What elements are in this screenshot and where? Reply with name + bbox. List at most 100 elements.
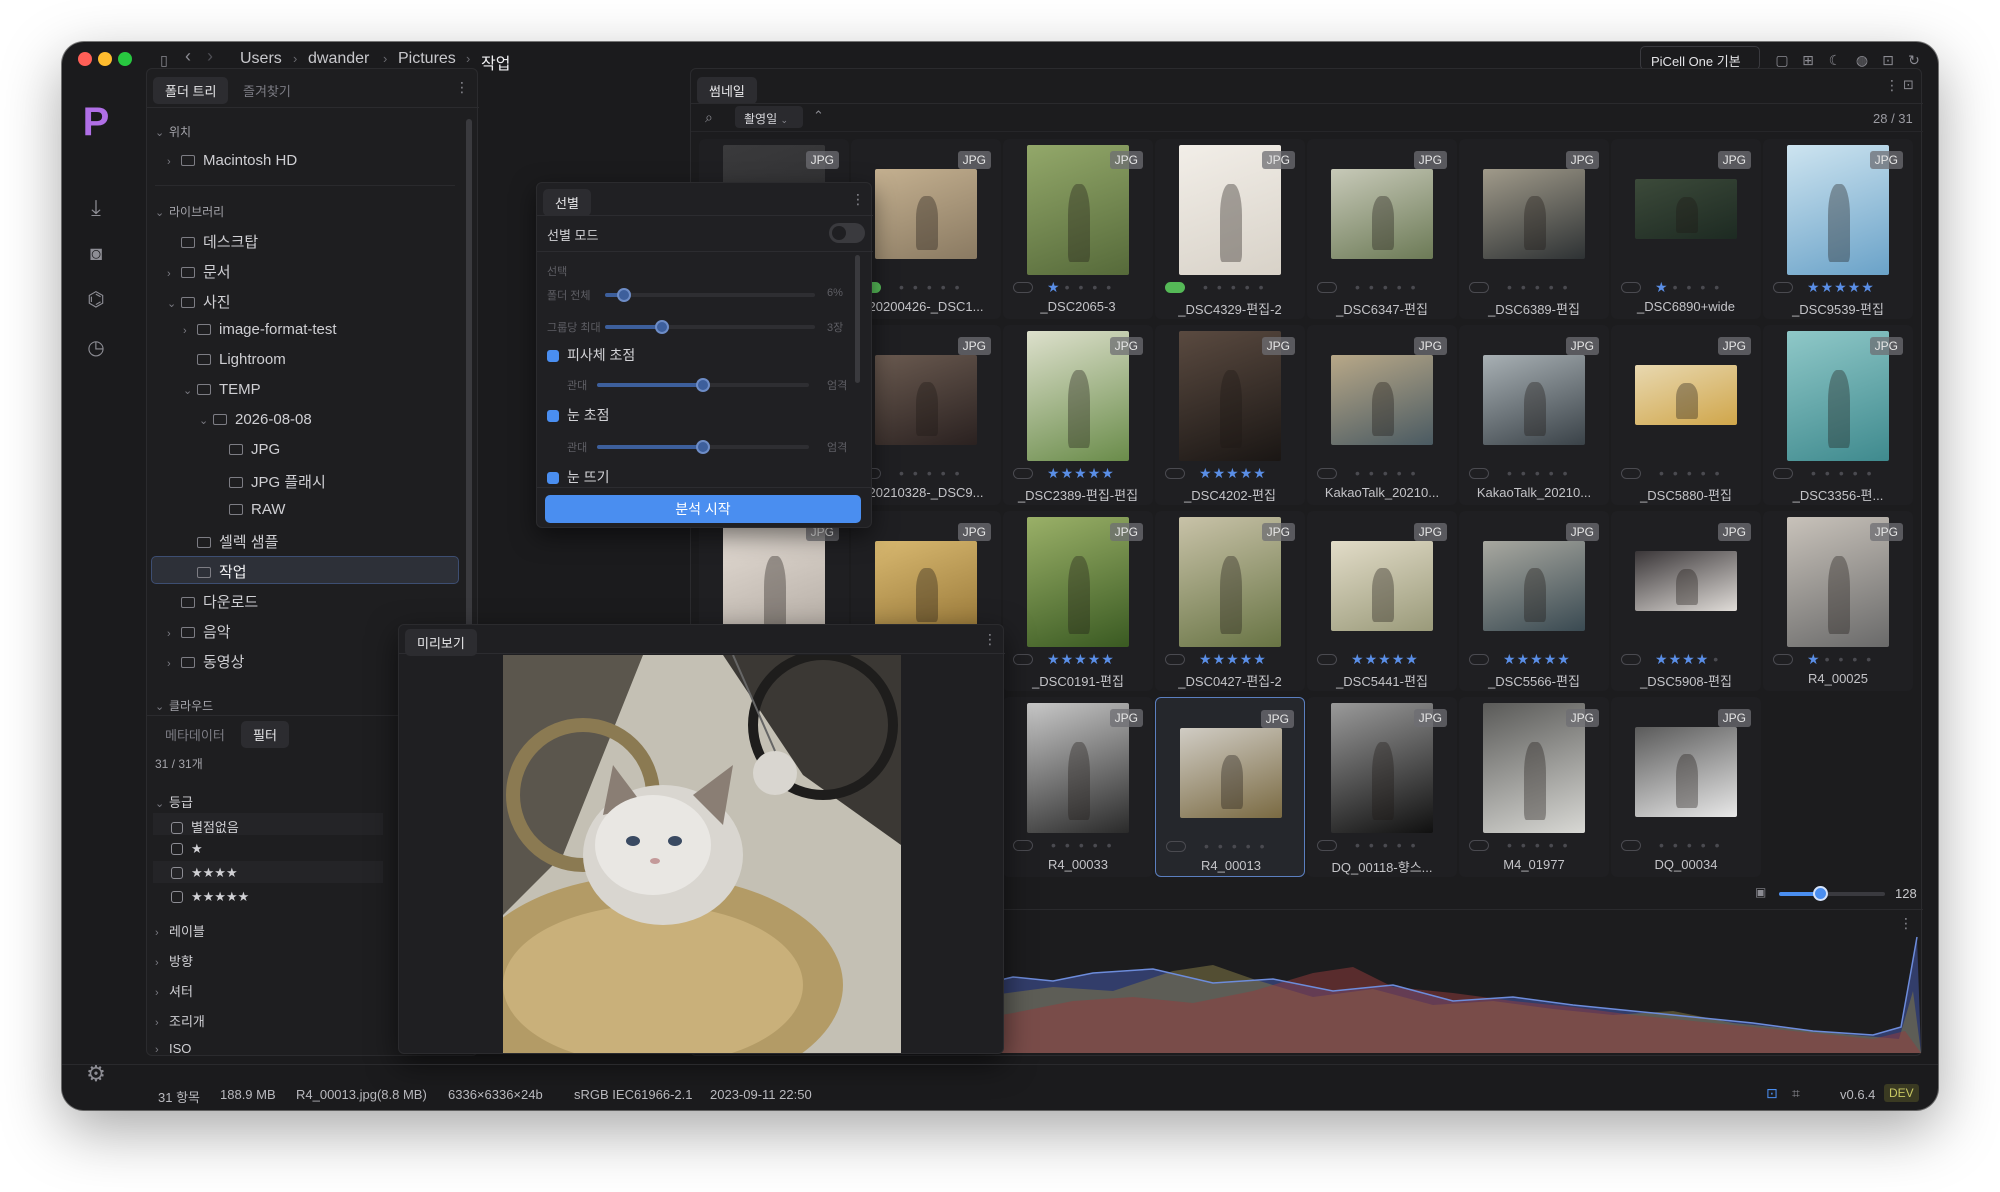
color-label-pill[interactable] (1317, 654, 1337, 665)
star-rating[interactable]: ★ • • • • (1807, 651, 1876, 668)
more-options-icon[interactable]: ⋮ (455, 79, 469, 96)
star-empty-icon[interactable]: • (1089, 837, 1103, 853)
star-empty-icon[interactable]: • (1102, 279, 1116, 295)
zoom-slider-thumb[interactable] (1813, 886, 1828, 901)
slider-thumb[interactable] (655, 320, 669, 334)
close-window-button[interactable] (78, 52, 92, 66)
thumbnail-cell[interactable]: JPG ★★★★★ _DSC5566-편집 (1459, 511, 1609, 691)
star-empty-icon[interactable]: • (1669, 465, 1683, 481)
filter-group-label[interactable]: › 레이블 (155, 921, 205, 940)
zoom-window-button[interactable] (118, 52, 132, 66)
star-empty-icon[interactable]: • (1379, 837, 1393, 853)
star-empty-icon[interactable]: • (1863, 465, 1877, 481)
star-empty-icon[interactable]: • (1559, 837, 1573, 853)
color-label-pill[interactable] (1621, 468, 1641, 479)
star-empty-icon[interactable]: • (1061, 279, 1075, 295)
group-max-slider[interactable] (605, 320, 815, 334)
section-location[interactable]: ⌄ 위치 (155, 123, 191, 140)
star-empty-icon[interactable]: • (1227, 279, 1241, 295)
star-empty-icon[interactable]: • (1709, 651, 1723, 667)
star-filled-icon[interactable]: ★ (1213, 465, 1227, 481)
tree-item-music[interactable]: › 음악 (167, 621, 231, 642)
subject-focus-slider[interactable] (597, 378, 809, 392)
thumbnail-cell[interactable]: JPG • • • • • R4_00033 (1003, 697, 1153, 877)
color-label-pill[interactable] (1317, 282, 1337, 293)
star-filled-icon[interactable]: ★ (1226, 465, 1240, 481)
star-empty-icon[interactable]: • (923, 279, 937, 295)
slider-thumb[interactable] (617, 288, 631, 302)
tree-scrollbar[interactable] (466, 119, 472, 627)
star-filled-icon[interactable]: ★ (1696, 651, 1710, 667)
checkbox[interactable] (171, 867, 183, 879)
star-empty-icon[interactable]: • (1351, 279, 1365, 295)
star-empty-icon[interactable]: • (1047, 837, 1061, 853)
color-label-pill[interactable] (1165, 468, 1185, 479)
rating-row[interactable]: ••••• (1166, 838, 1296, 854)
more-options-icon[interactable]: ⋮ (851, 191, 865, 208)
tab-selection[interactable]: 선별 (543, 189, 591, 216)
star-empty-icon[interactable]: • (1697, 837, 1711, 853)
import-icon[interactable]: ⤓ (80, 192, 112, 224)
history-icon[interactable]: ◷ (80, 332, 112, 364)
breadcrumb-users[interactable]: Users (240, 50, 282, 68)
star-empty-icon[interactable]: • (1517, 279, 1531, 295)
star-empty-icon[interactable]: • (1545, 465, 1559, 481)
star-filled-icon[interactable]: ★ (1101, 465, 1115, 481)
section-library[interactable]: ⌄ 라이브러리 (155, 203, 224, 220)
star-empty-icon[interactable]: • (1711, 837, 1725, 853)
minimize-window-button[interactable] (98, 52, 112, 66)
rating-row[interactable]: ★ • • • • (1621, 279, 1751, 295)
selection-mode-toggle[interactable] (829, 223, 865, 243)
more-options-icon[interactable]: ⋮ (1885, 77, 1899, 94)
thumbnail-cell[interactable]: JPG ★★★★★ _DSC0191-편집 (1003, 511, 1153, 691)
star-rating[interactable]: ••••• (1200, 838, 1270, 854)
thumbnail-cell[interactable]: JPG ★ • • • • _DSC6890+wide (1611, 139, 1761, 319)
rating-row[interactable]: ★ • • • • (1013, 279, 1143, 296)
back-icon[interactable]: ‹ (180, 47, 196, 65)
star-rating[interactable]: ••••• (1655, 465, 1725, 481)
star-filled-icon[interactable]: ★ (1834, 279, 1848, 295)
star-empty-icon[interactable]: • (1213, 279, 1227, 295)
zoom-slider[interactable] (1779, 886, 1885, 901)
star-filled-icon[interactable]: ★ (1047, 279, 1061, 295)
rating-row[interactable]: ••••• (1165, 279, 1295, 295)
star-empty-icon[interactable]: • (1862, 651, 1876, 667)
rating-row[interactable]: ★★★★★ (1013, 465, 1143, 481)
star-empty-icon[interactable]: • (1255, 279, 1269, 295)
color-label-pill[interactable] (1317, 468, 1337, 479)
more-options-icon[interactable]: ⋮ (983, 631, 997, 648)
rating-row[interactable]: ••••• (1013, 837, 1143, 853)
color-label-pill[interactable] (1469, 468, 1489, 479)
star-filled-icon[interactable]: ★ (1517, 651, 1531, 667)
eye-focus-slider[interactable] (597, 440, 809, 454)
star-filled-icon[interactable]: ★ (1821, 279, 1835, 295)
star-rating[interactable]: ★ • • • • (1047, 279, 1116, 296)
star-empty-icon[interactable]: • (895, 279, 909, 295)
focus-peak-icon[interactable]: ⊡ (1766, 1085, 1778, 1102)
rating-row[interactable]: ★★★★★ (1469, 651, 1599, 667)
rating-filter-none[interactable]: 별점없음 (171, 817, 239, 836)
preset-select[interactable]: PiCell One 기본 ⌄ (1640, 46, 1760, 85)
star-empty-icon[interactable]: • (1834, 651, 1848, 667)
star-rating[interactable]: ★★★★★ (1199, 465, 1267, 482)
star-filled-icon[interactable]: ★ (1088, 651, 1102, 667)
star-empty-icon[interactable]: • (1655, 465, 1669, 481)
thumbnail-cell[interactable]: JPG ★★★★★ _DSC0427-편집-2 (1155, 511, 1305, 691)
thumbnail-cell[interactable]: JPG ★★★★★ _DSC5441-편집 (1307, 511, 1457, 691)
star-empty-icon[interactable]: • (1393, 465, 1407, 481)
tab-folder-tree[interactable]: 폴더 트리 (153, 77, 229, 104)
star-filled-icon[interactable]: ★ (1061, 465, 1075, 481)
color-label-pill[interactable] (1165, 282, 1185, 293)
star-filled-icon[interactable]: ★ (1530, 651, 1544, 667)
slider-thumb[interactable] (696, 440, 710, 454)
star-filled-icon[interactable]: ★ (1101, 651, 1115, 667)
filter-group-orientation[interactable]: › 방향 (155, 951, 193, 970)
rating-row[interactable]: ••••• (1469, 279, 1599, 295)
star-empty-icon[interactable]: • (1559, 465, 1573, 481)
rating-row[interactable]: ••••• (1317, 279, 1447, 295)
color-label-pill[interactable] (1621, 654, 1641, 665)
color-label-pill[interactable] (1013, 840, 1033, 851)
star-empty-icon[interactable]: • (909, 279, 923, 295)
rating-row[interactable]: ••••• (1773, 465, 1903, 481)
rating-row[interactable]: ★★★★★ (1165, 651, 1295, 667)
